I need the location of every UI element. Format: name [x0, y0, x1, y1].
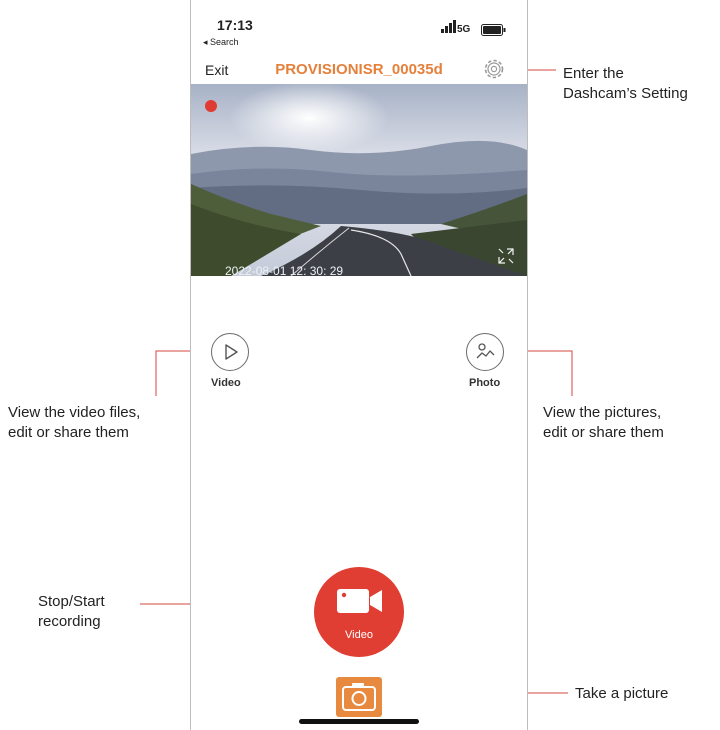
- record-callout-line1: Stop/Start: [38, 593, 105, 610]
- settings-callout: Enter the Dashcam’s Setting: [563, 64, 688, 104]
- fullscreen-icon[interactable]: [495, 245, 517, 267]
- settings-gear-icon[interactable]: [482, 57, 506, 81]
- record-callout-line2: recording: [38, 613, 101, 630]
- settings-callout-line1: Enter the: [563, 65, 624, 82]
- photo-callout-line1: View the pictures,: [543, 404, 662, 421]
- camera-icon: [342, 683, 376, 711]
- video-camera-icon: [337, 589, 382, 613]
- status-time: 17:13: [217, 17, 253, 33]
- photo-files-button[interactable]: [466, 333, 504, 371]
- recording-indicator: [205, 100, 217, 112]
- video-callout: View the video files, edit or share them: [8, 403, 140, 443]
- device-name-title: PROVISIONISR_00035d: [275, 61, 443, 78]
- picture-callout: Take a picture: [575, 685, 669, 702]
- video-callout-line2: edit or share them: [8, 424, 129, 441]
- record-toggle-button[interactable]: Video: [314, 567, 404, 657]
- back-to-search-link[interactable]: ◂ Search: [203, 37, 239, 48]
- photo-files-label: Photo: [469, 377, 501, 389]
- take-picture-button[interactable]: [336, 677, 382, 717]
- settings-callout-line2: Dashcam’s Setting: [563, 85, 688, 102]
- phone-screen: 17:13 ◂ Search 5G Exit PROVISIONISR_0003…: [190, 0, 528, 730]
- photo-callout: View the pictures, edit or share them: [543, 403, 664, 443]
- video-files-label: Video: [211, 377, 241, 389]
- network-type: 5G: [457, 24, 471, 35]
- record-callout: Stop/Start recording: [38, 592, 105, 632]
- photo-gallery-icon: [476, 343, 495, 359]
- play-icon: [225, 344, 238, 360]
- live-camera-preview[interactable]: [191, 84, 527, 276]
- record-button-label: Video: [345, 629, 373, 641]
- photo-callout-line2: edit or share them: [543, 424, 664, 441]
- home-indicator: [299, 719, 419, 724]
- battery-icon: [481, 24, 506, 36]
- video-files-button[interactable]: [211, 333, 249, 371]
- video-callout-line1: View the video files,: [8, 404, 141, 421]
- video-timestamp: 2022-08-01 12: 30: 29: [225, 264, 344, 278]
